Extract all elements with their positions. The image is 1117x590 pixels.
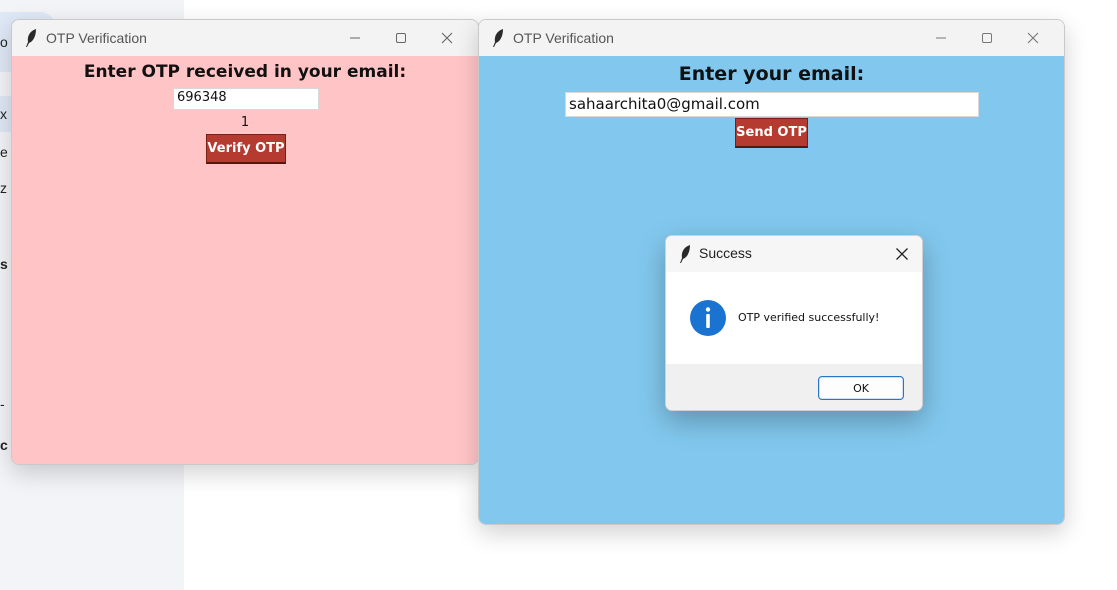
close-icon — [441, 32, 453, 44]
ok-button[interactable]: OK — [818, 376, 904, 400]
maximize-icon — [396, 33, 406, 43]
verify-otp-button[interactable]: Verify OTP — [206, 134, 286, 164]
minimize-button[interactable] — [918, 20, 964, 56]
close-button[interactable] — [424, 20, 470, 56]
minimize-button[interactable] — [332, 20, 378, 56]
minimize-icon — [350, 37, 360, 39]
dialog-close-button[interactable] — [890, 242, 914, 266]
attempt-counter: 1 — [240, 115, 250, 130]
success-dialog: Success OTP verified successfully! OK — [665, 235, 923, 411]
maximize-button[interactable] — [964, 20, 1010, 56]
window-title: OTP Verification — [46, 30, 147, 46]
window-titlebar[interactable]: OTP Verification — [12, 20, 478, 56]
send-otp-button[interactable]: Send OTP — [735, 118, 808, 148]
feather-icon — [26, 29, 36, 47]
maximize-button[interactable] — [378, 20, 424, 56]
otp-prompt-label: Enter OTP received in your email: — [83, 62, 407, 82]
window-title: OTP Verification — [513, 30, 614, 46]
minimize-icon — [936, 37, 946, 39]
dialog-titlebar[interactable]: Success — [666, 236, 922, 272]
dialog-body: OTP verified successfully! — [666, 272, 922, 364]
email-input[interactable]: sahaarchita0@gmail.com — [565, 92, 979, 117]
info-icon — [690, 300, 726, 336]
close-button[interactable] — [1010, 20, 1056, 56]
otp-entry-panel: Enter OTP received in your email: 696348… — [12, 56, 478, 464]
close-icon — [896, 248, 908, 260]
dialog-title: Success — [699, 245, 752, 261]
otp-entry-window: OTP Verification Enter OTP received in y… — [11, 19, 479, 465]
maximize-icon — [982, 33, 992, 43]
dialog-footer: OK — [666, 364, 922, 410]
feather-icon — [493, 29, 503, 47]
window-titlebar[interactable]: OTP Verification — [479, 20, 1064, 56]
otp-input[interactable]: 696348 — [173, 88, 319, 110]
close-icon — [1027, 32, 1039, 44]
email-prompt-label: Enter your email: — [678, 63, 865, 85]
dialog-message: OTP verified successfully! — [738, 311, 880, 324]
feather-icon — [680, 245, 690, 263]
